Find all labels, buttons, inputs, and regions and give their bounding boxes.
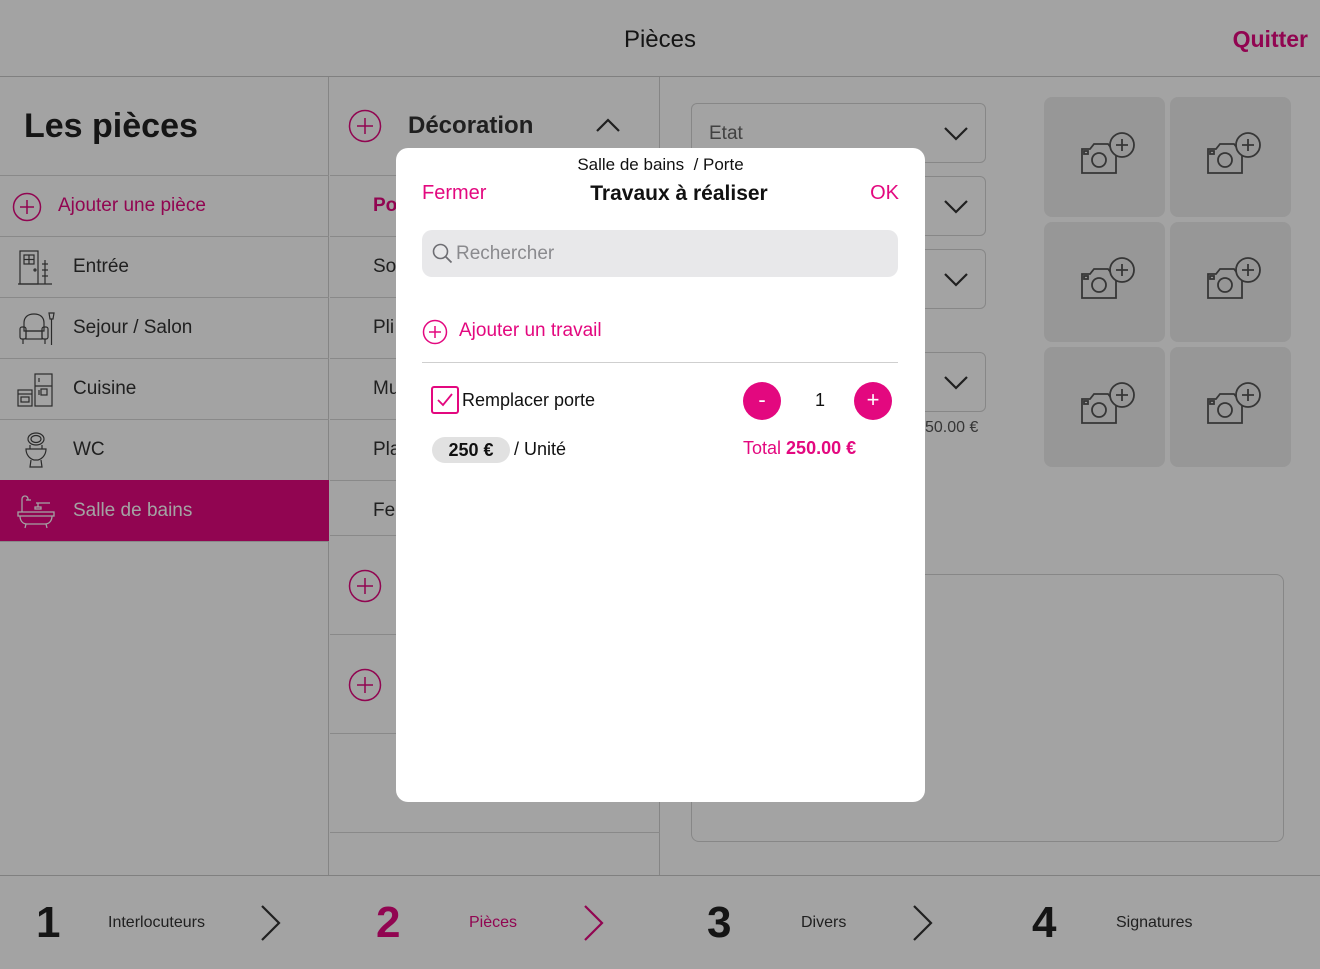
unit-label: / Unité: [514, 439, 567, 459]
search-field[interactable]: [422, 230, 898, 277]
item-total: Total 250.00 €: [743, 438, 856, 459]
total-prefix: Total: [743, 438, 782, 458]
add-work-label: Ajouter un travail: [459, 320, 602, 341]
search-input[interactable]: [456, 230, 886, 277]
plus-circle-icon: [422, 319, 448, 345]
checkmark-icon: [437, 393, 453, 407]
divider: [422, 362, 898, 363]
item-name: Remplacer porte: [462, 390, 596, 410]
decrement-button[interactable]: -: [743, 382, 781, 420]
ok-button[interactable]: OK: [870, 182, 899, 205]
increment-button[interactable]: +: [854, 382, 892, 420]
total-value: 250.00 €: [786, 438, 857, 458]
unit-price-pill[interactable]: 250 €: [432, 437, 510, 463]
item-checkbox[interactable]: [431, 386, 459, 414]
search-icon: [432, 243, 453, 264]
modal-breadcrumb: Salle de bains / Porte: [577, 155, 744, 174]
works-modal: Salle de bains / Porte Fermer Travaux à …: [396, 148, 925, 802]
quantity-value: 1: [814, 390, 825, 410]
